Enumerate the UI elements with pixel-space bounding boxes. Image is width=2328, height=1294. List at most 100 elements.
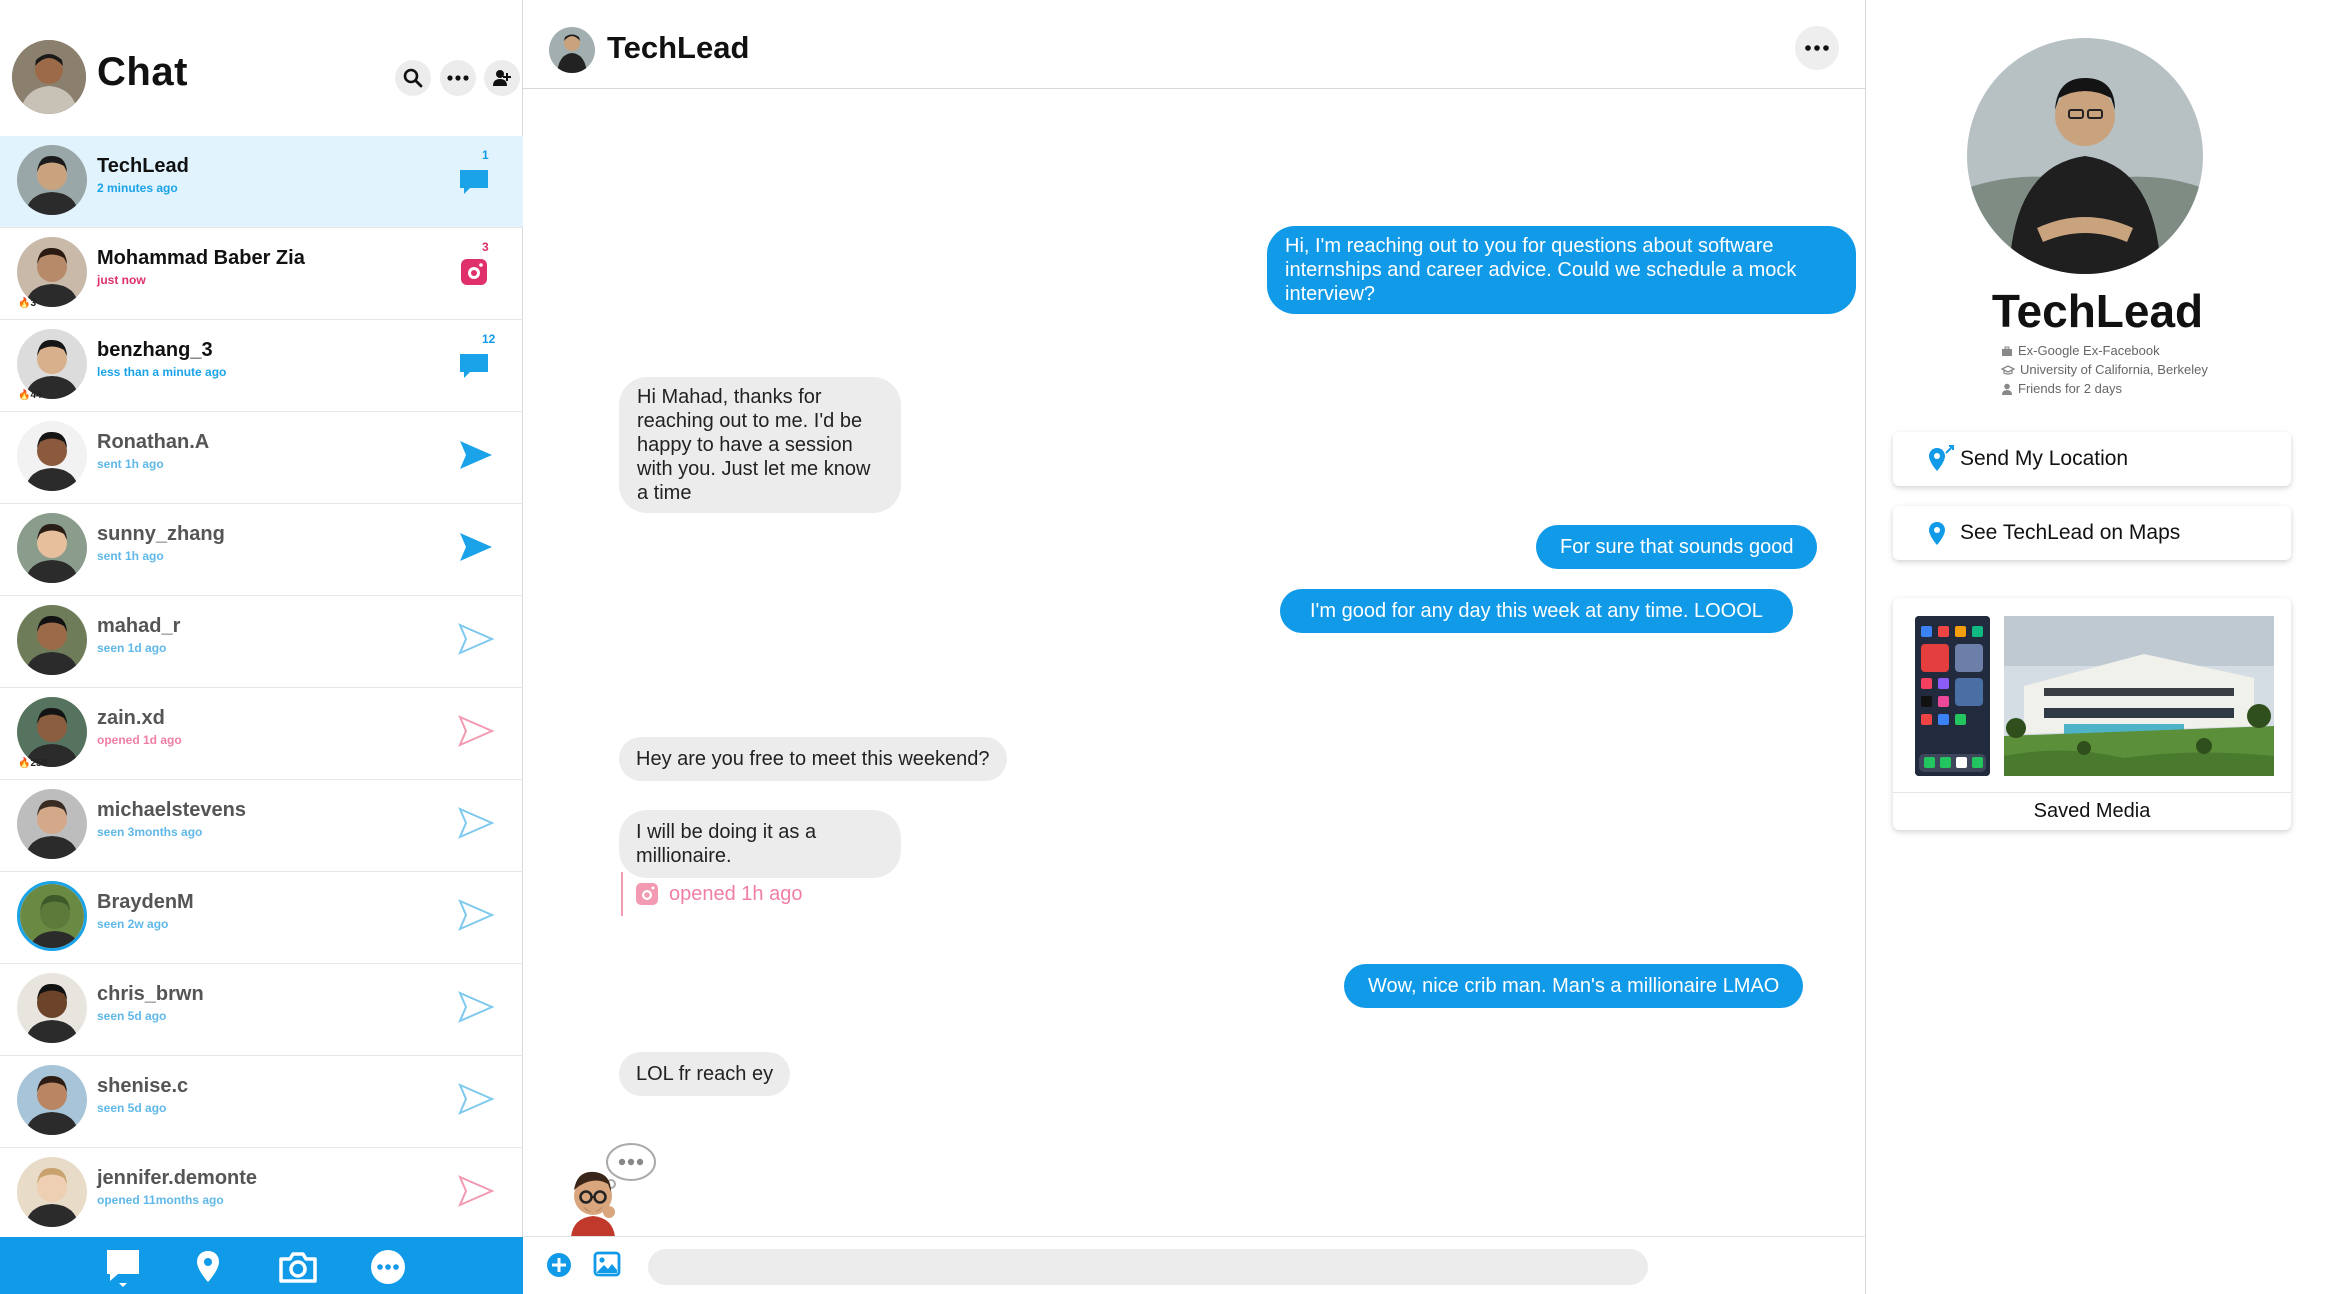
chat-avatar[interactable] bbox=[17, 513, 87, 583]
chat-row[interactable]: zain.xd opened 1d ago 🔥250 bbox=[0, 688, 523, 780]
saved-media-card[interactable]: Saved Media bbox=[1893, 598, 2291, 830]
chat-avatar[interactable] bbox=[17, 1157, 87, 1227]
chat-list: TechLead 2 minutes ago 1 Mohammad Baber Zia… bbox=[0, 136, 523, 1240]
chat-name: BraydenM bbox=[97, 891, 194, 913]
sent-outline-pink-icon[interactable] bbox=[452, 708, 498, 754]
my-avatar[interactable] bbox=[12, 40, 86, 114]
chat-name: Ronathan.A bbox=[97, 431, 210, 453]
send-location-label: Send My Location bbox=[1960, 447, 2129, 470]
chat-status: opened 11months ago bbox=[97, 1193, 224, 1207]
chat-row[interactable]: jennifer.demonte opened 11months ago bbox=[0, 1148, 523, 1240]
gallery-button[interactable] bbox=[593, 1251, 621, 1282]
sent-outline-blue-icon[interactable] bbox=[452, 800, 498, 846]
briefcase-icon bbox=[2002, 346, 2012, 356]
sent-outline-pink-icon[interactable] bbox=[452, 1168, 498, 1214]
opened-status-text: opened 1h ago bbox=[669, 882, 803, 905]
conversation-more-button[interactable] bbox=[1795, 26, 1839, 70]
chat-row[interactable]: mahad_r seen 1d ago bbox=[0, 596, 523, 688]
nav-map-button[interactable] bbox=[188, 1247, 228, 1287]
chat-status: seen 5d ago bbox=[97, 1101, 167, 1115]
more-dots-icon bbox=[1805, 45, 1829, 51]
chat-avatar[interactable] bbox=[17, 605, 87, 675]
chat-sidebar: Chat TechLead 2 minutes ago 1 Mohammad Babe… bbox=[0, 0, 523, 1294]
see-on-maps-label: See TechLead on Maps bbox=[1960, 521, 2181, 544]
chat-row[interactable]: michaelstevens seen 3months ago bbox=[0, 780, 523, 872]
chat-row[interactable]: shenise.c seen 5d ago bbox=[0, 1056, 523, 1148]
image-icon bbox=[593, 1251, 621, 1277]
map-pin-icon bbox=[1929, 522, 1945, 545]
chat-filled-blue-icon[interactable] bbox=[452, 156, 498, 202]
saved-media-label: Saved Media bbox=[1893, 792, 2291, 830]
conversation-panel: TechLead Hi, I'm reaching out to you for… bbox=[523, 0, 1865, 1294]
chat-status: seen 2w ago bbox=[97, 917, 169, 931]
chat-icon bbox=[107, 1250, 139, 1287]
chat-avatar[interactable] bbox=[17, 237, 87, 307]
sidebar-title: Chat bbox=[97, 50, 188, 94]
chat-status: seen 5d ago bbox=[97, 1009, 167, 1023]
message-bubble-sent: For sure that sounds good bbox=[1536, 525, 1818, 569]
message-bubble-sent: Hi, I'm reaching out to you for question… bbox=[1267, 226, 1856, 314]
chat-name: shenise.c bbox=[97, 1075, 189, 1097]
app-window: Chat TechLead 2 minutes ago 1 Mohammad Babe… bbox=[0, 0, 2328, 1294]
sent-outline-blue-icon[interactable] bbox=[452, 984, 498, 1030]
chat-avatar[interactable] bbox=[17, 881, 87, 951]
chat-avatar[interactable] bbox=[17, 421, 87, 491]
saved-mansion-photo[interactable] bbox=[2004, 616, 2274, 776]
chat-row[interactable]: benzhang_3 less than a minute ago 🔥44 12 bbox=[0, 320, 523, 412]
send-location-button[interactable]: Send My Location bbox=[1893, 432, 2291, 486]
chat-status: just now bbox=[97, 273, 146, 287]
saved-phone-screenshot[interactable] bbox=[1915, 616, 1990, 776]
more-circle-icon bbox=[371, 1250, 405, 1284]
sent-filled-icon[interactable] bbox=[452, 432, 498, 478]
composer-bar bbox=[523, 1236, 1865, 1294]
conversation-header: TechLead bbox=[523, 0, 1865, 89]
sent-outline-blue-icon[interactable] bbox=[452, 1076, 498, 1122]
add-friend-button[interactable] bbox=[484, 60, 520, 96]
chat-status: sent 1h ago bbox=[97, 457, 164, 471]
more-dots-icon bbox=[447, 75, 469, 81]
chat-name: benzhang_3 bbox=[97, 339, 213, 361]
chat-status: 2 minutes ago bbox=[97, 181, 178, 195]
camera-icon bbox=[279, 1252, 317, 1283]
bitmoji-typing-icon bbox=[565, 1140, 665, 1237]
chat-status: seen 1d ago bbox=[97, 641, 167, 655]
chat-avatar[interactable] bbox=[17, 697, 87, 767]
chat-avatar[interactable] bbox=[17, 789, 87, 859]
see-on-maps-button[interactable]: See TechLead on Maps bbox=[1893, 506, 2291, 560]
chat-row[interactable]: TechLead 2 minutes ago 1 bbox=[0, 136, 523, 228]
sent-outline-blue-icon[interactable] bbox=[452, 892, 498, 938]
chat-row[interactable]: chris_brwnseen 5d ago bbox=[0, 964, 523, 1056]
sent-outline-blue-icon[interactable] bbox=[452, 616, 498, 662]
chat-row[interactable]: sunny_zhang sent 1h ago bbox=[0, 504, 523, 596]
unread-count: 1 bbox=[482, 148, 489, 162]
streak-count: 🔥3 bbox=[18, 298, 37, 309]
graduation-cap-icon bbox=[2001, 364, 2015, 375]
chat-avatar[interactable] bbox=[17, 973, 87, 1043]
chat-avatar[interactable] bbox=[17, 329, 87, 399]
chat-row[interactable]: Mohammad Baber Zia just now 🔥3 3 bbox=[0, 228, 523, 320]
nav-chat-button[interactable] bbox=[103, 1247, 143, 1287]
chat-name: Mohammad Baber Zia bbox=[97, 247, 305, 269]
chat-name: michaelstevens bbox=[97, 799, 246, 821]
chat-avatar[interactable] bbox=[17, 145, 87, 215]
nav-camera-button[interactable] bbox=[278, 1247, 318, 1287]
chat-row[interactable]: Ronathan.A sent 1h ago bbox=[0, 412, 523, 504]
chat-name: TechLead bbox=[97, 155, 189, 177]
message-bubble-received: Hey are you free to meet this weekend? bbox=[619, 737, 1007, 781]
chat-row[interactable]: BraydenM seen 2w ago bbox=[0, 872, 523, 964]
more-options-button[interactable] bbox=[440, 60, 476, 96]
nav-more-button[interactable] bbox=[368, 1247, 408, 1287]
chat-avatar[interactable] bbox=[17, 1065, 87, 1135]
chat-name: sunny_zhang bbox=[97, 523, 225, 545]
chat-filled-blue-icon[interactable] bbox=[452, 340, 498, 386]
snap-filled-red-icon[interactable] bbox=[452, 248, 498, 294]
message-input[interactable] bbox=[648, 1249, 1648, 1285]
search-button[interactable] bbox=[395, 60, 431, 96]
add-attachment-button[interactable] bbox=[546, 1252, 572, 1283]
unread-count: 3 bbox=[482, 240, 489, 254]
sent-filled-icon[interactable] bbox=[452, 524, 498, 570]
conversation-avatar[interactable] bbox=[549, 27, 595, 73]
profile-work: Ex-Google Ex-Facebook bbox=[2018, 343, 2160, 358]
profile-avatar[interactable] bbox=[1967, 38, 2203, 274]
chat-name: chris_brwn bbox=[97, 983, 204, 1005]
